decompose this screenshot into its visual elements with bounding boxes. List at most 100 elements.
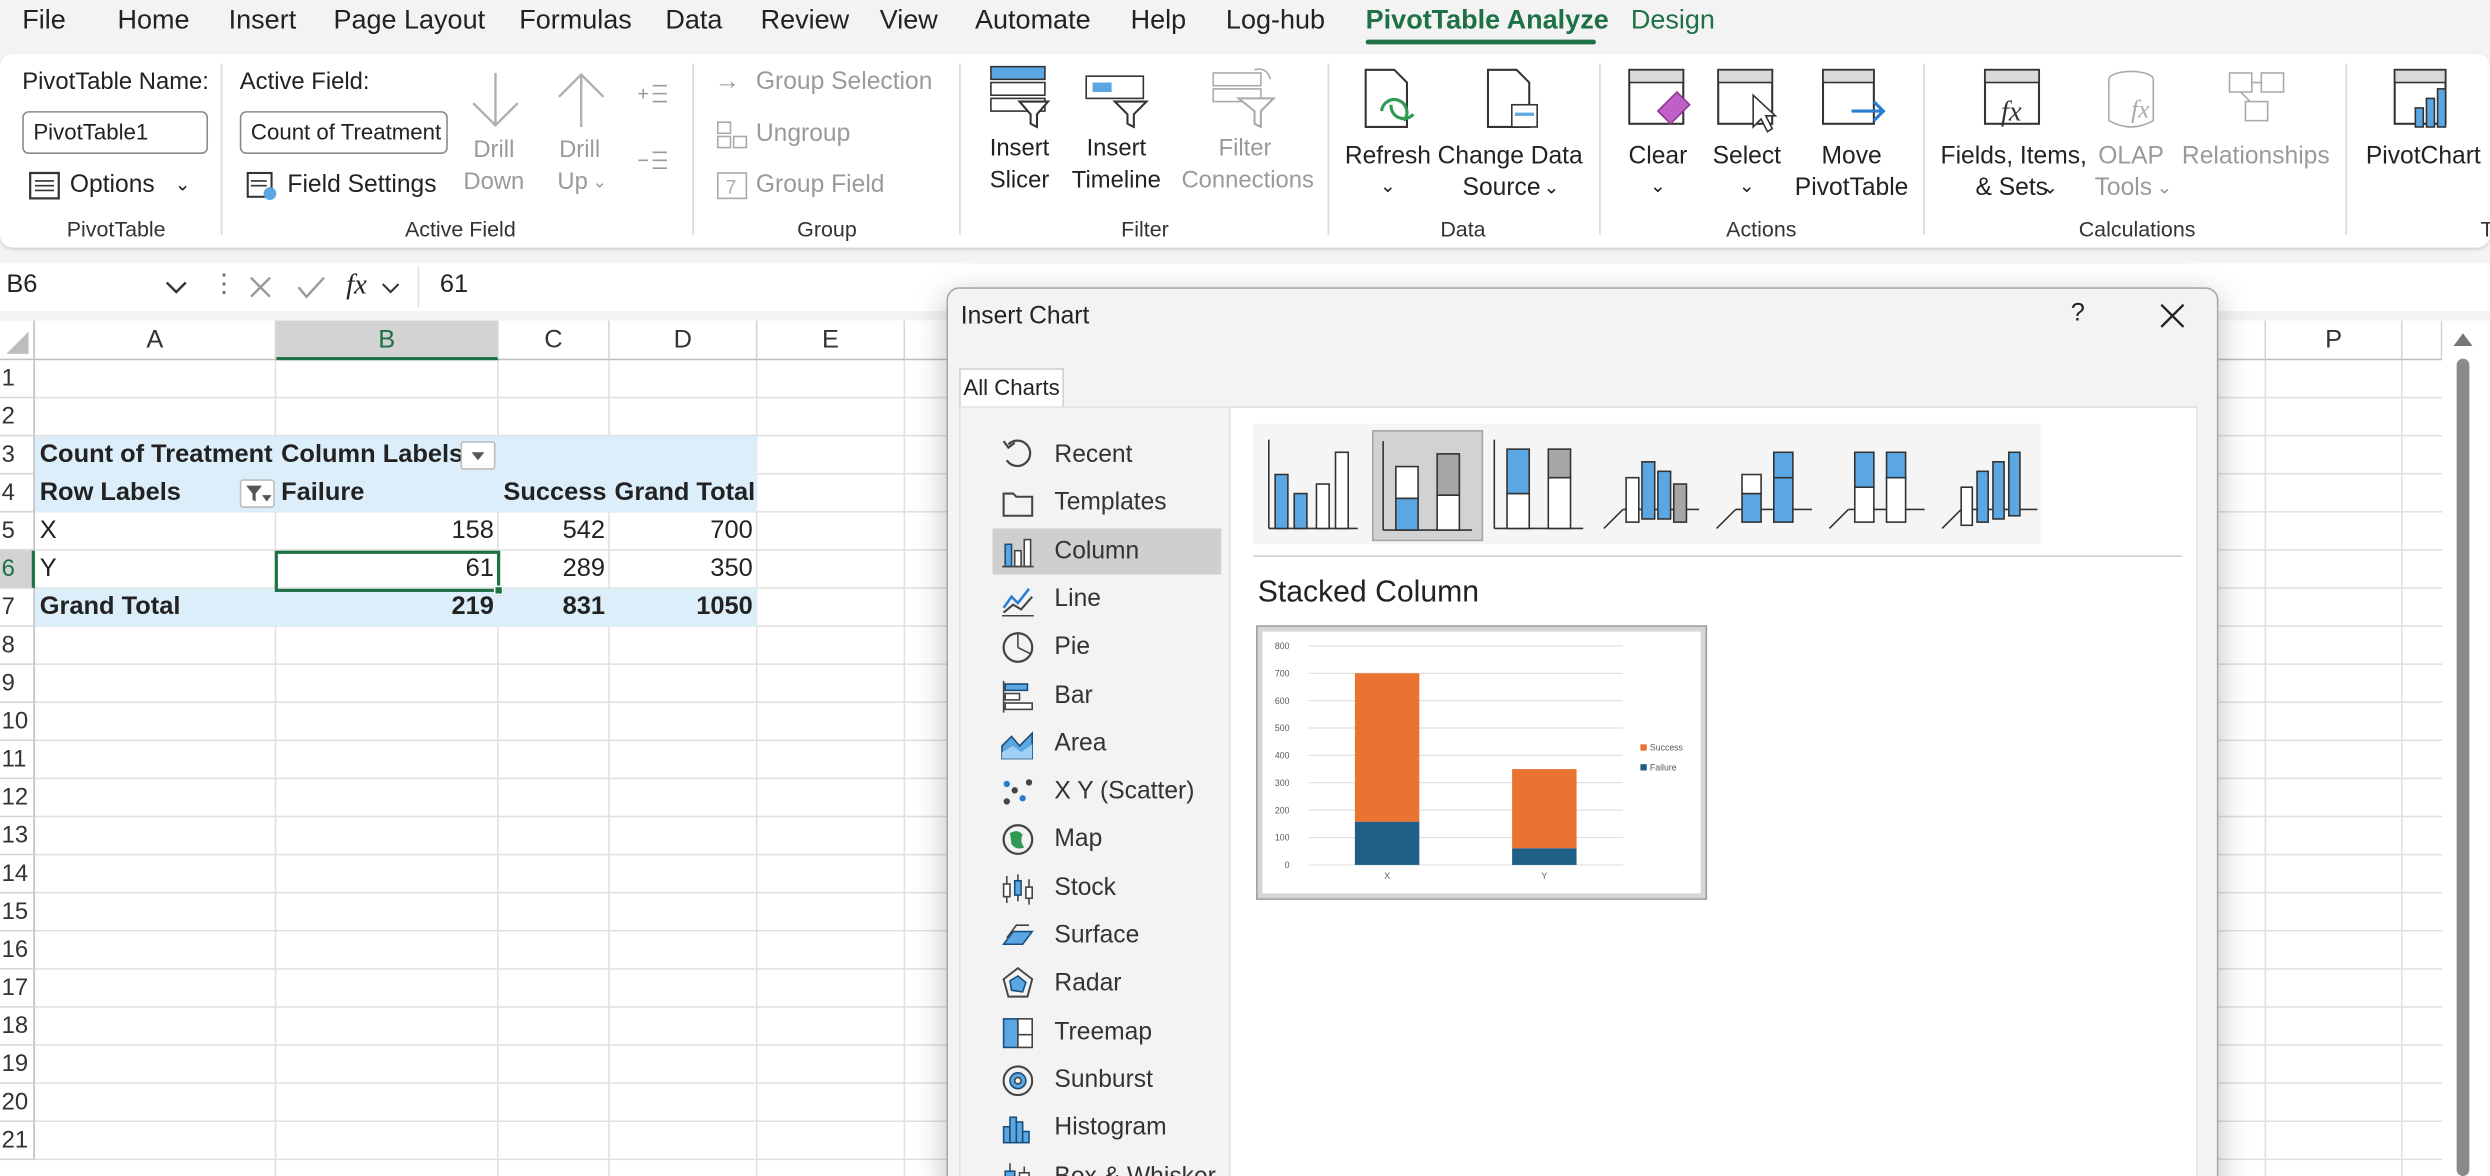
chart-type-line[interactable]: Line bbox=[993, 576, 1222, 622]
pivottable-name-input[interactable]: PivotTable1 bbox=[22, 111, 209, 154]
row-header-14[interactable]: 14 bbox=[0, 855, 35, 894]
cancel-icon[interactable] bbox=[248, 275, 273, 300]
column-header-b[interactable]: B bbox=[276, 320, 499, 361]
menu-help[interactable]: Help bbox=[1131, 5, 1187, 37]
menu-formulas[interactable]: Formulas bbox=[519, 5, 632, 37]
drill-up-button[interactable]: Drill Up ⌄ bbox=[546, 63, 619, 206]
column-header-a[interactable]: A bbox=[34, 320, 277, 361]
chevron-down-icon[interactable] bbox=[164, 278, 189, 297]
pivot-cell-a3[interactable]: Count of Treatment bbox=[35, 436, 276, 474]
row-header-4[interactable]: 4 bbox=[0, 474, 35, 513]
pivot-grand-total-success[interactable]: 831 bbox=[499, 589, 610, 627]
subtype-clustered-column[interactable] bbox=[1259, 430, 1370, 541]
menu-automate[interactable]: Automate bbox=[975, 5, 1091, 37]
pivot-col-header-success[interactable]: Success bbox=[499, 475, 610, 513]
menu-file[interactable]: File bbox=[22, 5, 66, 37]
column-header-q[interactable] bbox=[2402, 320, 2443, 361]
pivot-value-x-total[interactable]: 700 bbox=[610, 513, 758, 551]
relationships-button[interactable]: Relationships bbox=[2182, 60, 2330, 206]
chart-type-treemap[interactable]: Treemap bbox=[993, 1009, 1222, 1055]
column-header-o[interactable] bbox=[2218, 320, 2267, 361]
row-header-12[interactable]: 12 bbox=[0, 779, 35, 818]
pivot-row-label-y[interactable]: Y bbox=[35, 551, 276, 589]
menu-review[interactable]: Review bbox=[761, 5, 850, 37]
filter-connections-button[interactable]: Filter Connections bbox=[1181, 60, 1314, 203]
chart-type-map[interactable]: Map bbox=[993, 816, 1222, 862]
row-header-7[interactable]: 7 bbox=[0, 588, 35, 627]
pivot-row-label-x[interactable]: X bbox=[35, 513, 276, 551]
fill-handle[interactable] bbox=[493, 585, 504, 596]
ungroup-button[interactable]: Ungroup bbox=[715, 117, 890, 152]
subtype-3d-column[interactable] bbox=[1936, 430, 2047, 541]
vertical-scrollbar[interactable] bbox=[2442, 320, 2490, 1176]
chart-type-x-y-scatter[interactable]: X Y (Scatter) bbox=[993, 768, 1222, 814]
pivot-value-x-failure[interactable]: 158 bbox=[276, 513, 498, 551]
chart-type-surface[interactable]: Surface bbox=[993, 913, 1222, 959]
row-header-19[interactable]: 19 bbox=[0, 1045, 35, 1084]
chevron-down-icon[interactable] bbox=[380, 281, 402, 297]
subtype-stacked-column[interactable] bbox=[1372, 430, 1484, 542]
select-all-corner[interactable] bbox=[0, 320, 35, 361]
menu-design[interactable]: Design bbox=[1631, 5, 1715, 37]
row-header-15[interactable]: 15 bbox=[0, 893, 35, 932]
collapse-field-icon[interactable] bbox=[637, 149, 669, 171]
formula-input[interactable]: 61 bbox=[440, 271, 468, 300]
row-header-2[interactable]: 2 bbox=[0, 398, 35, 437]
chart-type-recent[interactable]: Recent bbox=[993, 432, 1222, 478]
subtype-3d-stacked-column[interactable] bbox=[1710, 430, 1821, 541]
row-header-1[interactable]: 1 bbox=[0, 360, 35, 399]
insert-function-icon[interactable]: fx bbox=[346, 268, 367, 301]
move-pivottable-button[interactable]: Move PivotTable bbox=[1791, 60, 1912, 206]
chart-type-radar[interactable]: Radar bbox=[993, 961, 1222, 1007]
row-header-3[interactable]: 3 bbox=[0, 436, 35, 475]
row-labels-filter-button[interactable] bbox=[239, 479, 275, 508]
insert-timeline-button[interactable]: Insert Timeline bbox=[1067, 60, 1165, 203]
more-options-icon[interactable]: ⋮ bbox=[211, 268, 236, 300]
scrollbar-thumb[interactable] bbox=[2456, 358, 2470, 1176]
row-header-17[interactable]: 17 bbox=[0, 969, 35, 1008]
olap-tools-button[interactable]: fx OLAP Tools ⌄ bbox=[2090, 60, 2172, 206]
change-data-source-button[interactable]: Change Data Source ⌄ bbox=[1436, 60, 1585, 206]
menu-view[interactable]: View bbox=[880, 5, 938, 37]
subtype-3d-clustered-column[interactable] bbox=[1598, 430, 1709, 541]
menu-insert[interactable]: Insert bbox=[229, 5, 297, 37]
row-header-13[interactable]: 13 bbox=[0, 817, 35, 856]
insert-slicer-button[interactable]: Insert Slicer bbox=[981, 60, 1057, 203]
row-header-21[interactable]: 21 bbox=[0, 1122, 35, 1161]
options-button[interactable]: Options ⌄ bbox=[29, 168, 207, 206]
chart-type-column[interactable]: Column bbox=[992, 527, 1222, 574]
tab-all-charts[interactable]: All Charts bbox=[959, 368, 1064, 407]
drill-down-button[interactable]: Drill Down bbox=[457, 63, 530, 206]
subtype-100-percent-stacked-column[interactable] bbox=[1485, 430, 1596, 541]
expand-field-icon[interactable] bbox=[637, 83, 669, 105]
row-header-6[interactable]: 6 bbox=[0, 550, 35, 589]
pivot-value-y-total[interactable]: 350 bbox=[610, 551, 758, 589]
fields-items-sets-button[interactable]: fx Fields, Items, & Sets ⌄ bbox=[1941, 60, 2087, 206]
row-header-16[interactable]: 16 bbox=[0, 931, 35, 970]
enter-icon[interactable] bbox=[297, 275, 326, 300]
menu-home[interactable]: Home bbox=[118, 5, 190, 37]
pivot-cell-b3[interactable]: Column Labels bbox=[276, 436, 467, 474]
active-field-input[interactable]: Count of Treatment bbox=[239, 111, 448, 154]
chart-type-histogram[interactable]: Histogram bbox=[993, 1105, 1222, 1151]
pivot-value-y-success[interactable]: 289 bbox=[499, 551, 610, 589]
chart-type-stock[interactable]: Stock bbox=[993, 864, 1222, 910]
menu-page-layout[interactable]: Page Layout bbox=[333, 5, 485, 37]
chart-preview[interactable]: 0 100 200 300 400 500 600 700 800 X Y Success Failur… bbox=[1256, 625, 1708, 900]
select-button[interactable]: Select ⌄ bbox=[1706, 60, 1789, 206]
row-header-18[interactable]: 18 bbox=[0, 1007, 35, 1046]
refresh-button[interactable]: Refresh ⌄ bbox=[1343, 60, 1432, 206]
column-header-c[interactable]: C bbox=[498, 320, 610, 361]
column-header-d[interactable]: D bbox=[609, 320, 758, 361]
subtype-3d-100-percent-stacked-column[interactable] bbox=[1823, 430, 1934, 541]
row-header-9[interactable]: 9 bbox=[0, 664, 35, 704]
clear-button[interactable]: Clear ⌄ bbox=[1617, 60, 1700, 206]
chart-type-templates[interactable]: Templates bbox=[993, 480, 1222, 526]
pivot-grand-total-failure[interactable]: 219 bbox=[276, 589, 498, 627]
pivot-col-header-failure[interactable]: Failure bbox=[276, 475, 498, 513]
pivot-grand-total-all[interactable]: 1050 bbox=[610, 589, 758, 627]
field-settings-button[interactable]: Field Settings bbox=[246, 168, 445, 206]
chart-type-sunburst[interactable]: Sunburst bbox=[993, 1057, 1222, 1103]
column-header-e[interactable]: E bbox=[757, 320, 906, 361]
menu-log-hub[interactable]: Log-hub bbox=[1226, 5, 1325, 37]
